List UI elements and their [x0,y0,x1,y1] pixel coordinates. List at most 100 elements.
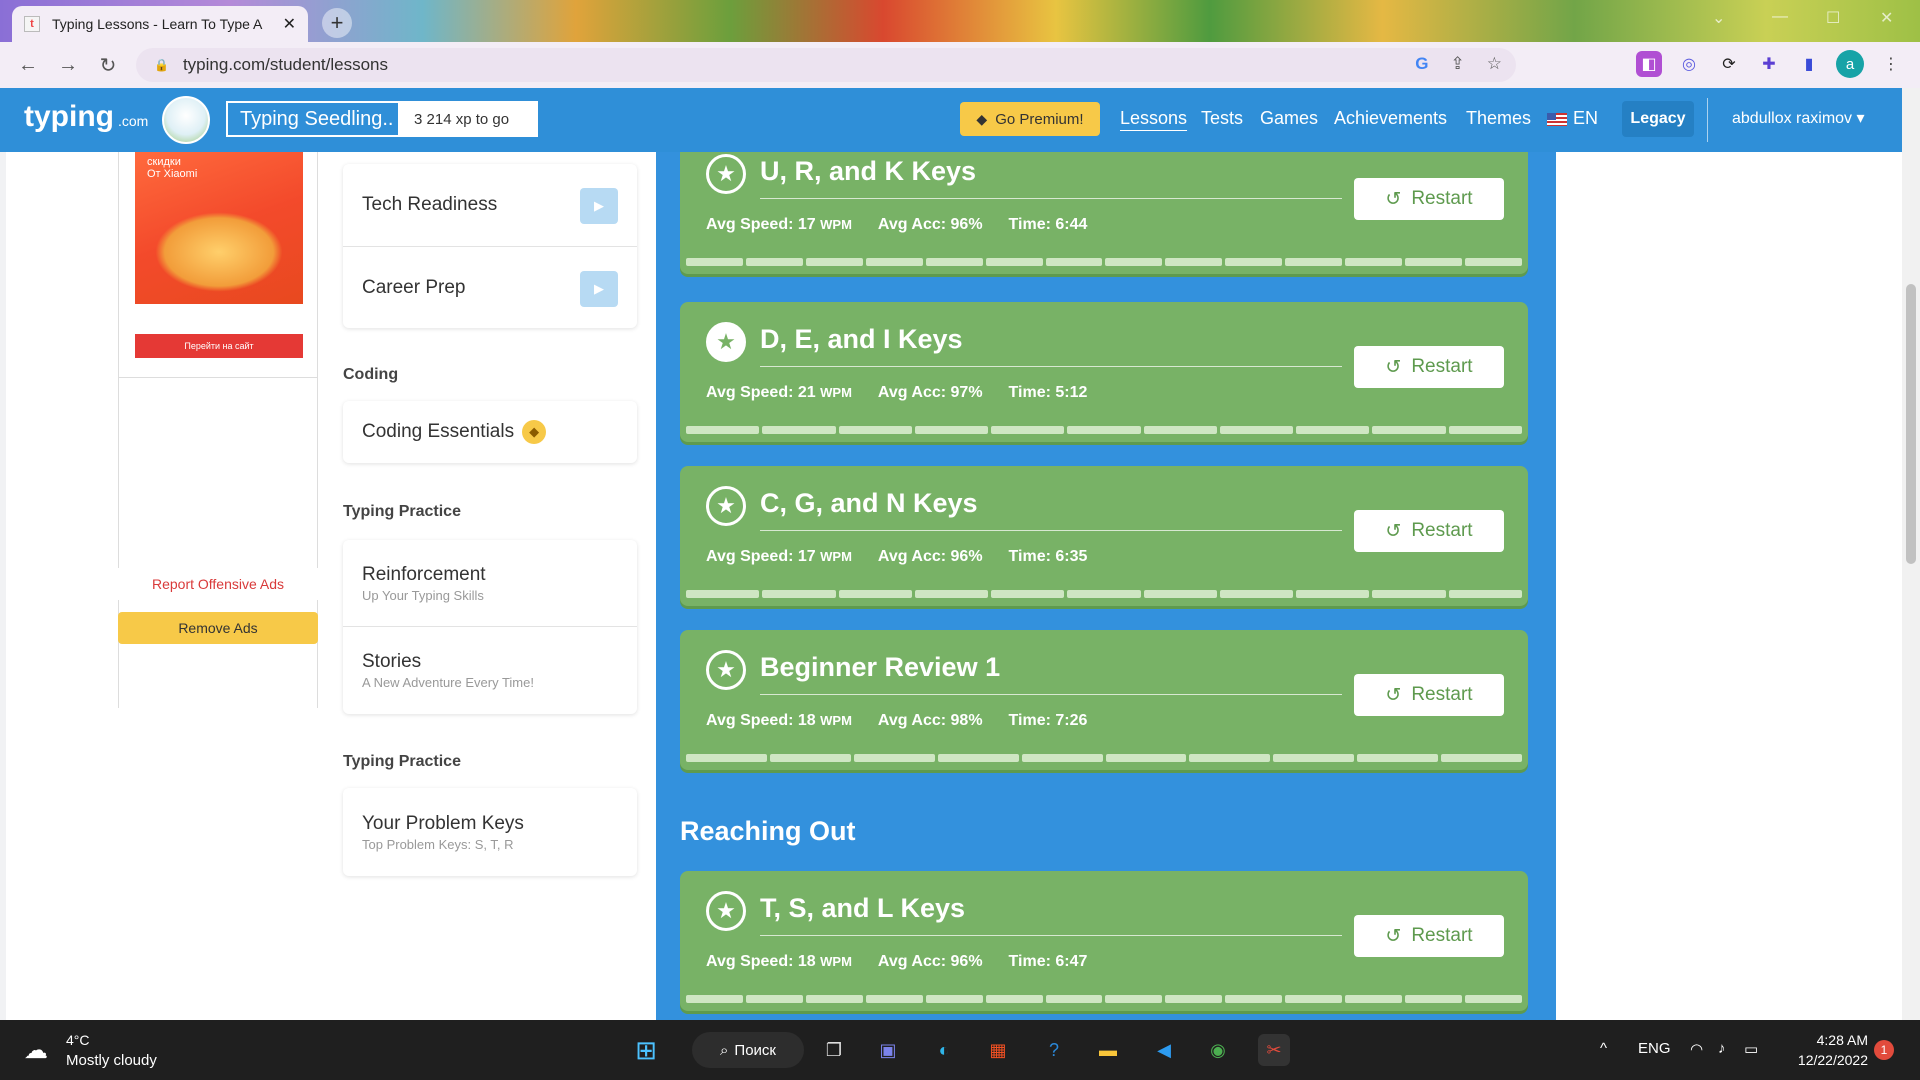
side-panel-icon[interactable]: ▮ [1796,51,1822,77]
share-icon[interactable]: ⇪ [1451,54,1465,74]
snipping-tool-icon[interactable]: ✂ [1258,1034,1290,1066]
play-icon[interactable]: ▶ [580,188,618,224]
battery-icon[interactable]: ▭ [1744,1040,1758,1058]
close-window-icon[interactable]: ✕ [1880,8,1893,28]
avg-speed: Avg Speed: 21 WPM [706,384,852,402]
tab-close-icon[interactable]: ✕ [283,14,296,34]
level-avatar[interactable] [162,96,210,144]
sidebar-card-problem-keys: Your Problem Keys Top Problem Keys: S, T… [343,788,637,876]
reload-icon[interactable]: ↻ [88,53,128,78]
sidebar-item-problem-keys[interactable]: Your Problem Keys Top Problem Keys: S, T… [343,788,637,876]
ad-banner[interactable]: скидки От Xiaomi Перейти на сайт [118,152,318,378]
puzzle-icon[interactable]: ✚ [1756,51,1782,77]
sidebar-item-stories[interactable]: Stories A New Adventure Every Time! [343,626,637,714]
progress-segment [1345,995,1403,1003]
address-bar[interactable]: 🔒 typing.com/student/lessons G ⇪ ☆ [136,48,1516,82]
chevron-down-icon[interactable]: ⌄ [1712,8,1725,28]
nav-tests[interactable]: Tests [1201,108,1243,129]
restart-button[interactable]: ↺ Restart [1354,346,1504,388]
restart-button[interactable]: ↺ Restart [1354,178,1504,220]
search-icon: ⌕ [720,1041,729,1059]
report-ads-link[interactable]: Report Offensive Ads [118,568,318,600]
store-icon[interactable]: ▦ [982,1034,1014,1066]
back-icon[interactable]: ← [8,54,48,77]
nav-lessons[interactable]: Lessons [1120,108,1187,129]
lock-icon: 🔒 [154,58,169,72]
nav-achievements[interactable]: Achievements [1334,108,1447,129]
ad-illustration [155,212,283,292]
remove-ads-button[interactable]: Remove Ads [118,612,318,644]
wpm-unit: WPM [820,954,852,969]
teams-chat-icon[interactable]: ▣ [872,1034,904,1066]
lesson-card[interactable]: ★ Beginner Review 1 Avg Speed: 18 WPM Av… [680,630,1528,770]
restart-button[interactable]: ↺ Restart [1354,674,1504,716]
scrollbar-thumb[interactable] [1906,284,1916,564]
google-icon[interactable]: G [1415,54,1428,74]
taskbar-search[interactable]: ⌕ Поиск [692,1032,804,1068]
bookmark-star-icon[interactable]: ☆ [1487,54,1502,74]
minimize-icon[interactable]: — [1772,8,1788,26]
weather-desc[interactable]: Mostly cloudy [66,1052,157,1069]
progress-segment [1165,258,1223,266]
restart-button[interactable]: ↺ Restart [1354,510,1504,552]
go-premium-button[interactable]: ◆ Go Premium! [960,102,1100,136]
input-language[interactable]: ENG [1638,1040,1671,1057]
sidebar-card-practice: Reinforcement Up Your Typing Skills Stor… [343,540,637,714]
sidebar-item-label: Career Prep [362,276,466,298]
windows-start-icon[interactable]: ⊞ [630,1034,662,1066]
nav-games[interactable]: Games [1260,108,1318,129]
system-clock[interactable]: 4:28 AM 12/22/2022 [1790,1030,1868,1070]
file-explorer-icon[interactable]: ▬ [1092,1034,1124,1066]
level-progress[interactable]: Typing Seedling.. 3 214 xp to go [226,101,538,137]
play-icon[interactable]: ▶ [580,271,618,307]
extension-sync-icon[interactable]: ⟳ [1716,51,1742,77]
help-icon[interactable]: ? [1038,1034,1070,1066]
extension-ring-icon[interactable]: ◎ [1676,51,1702,77]
sidebar-item-tech-readiness[interactable]: Tech Readiness ▶ [343,164,637,246]
notification-badge[interactable]: 1 [1874,1040,1894,1060]
volume-icon[interactable]: ♪ [1718,1040,1726,1057]
restart-label: Restart [1411,520,1473,541]
ad-cta-button[interactable]: Перейти на сайт [135,334,303,358]
sidebar-item-coding-essentials[interactable]: Coding Essentials ◆ [343,401,637,463]
sidebar-item-reinforcement[interactable]: Reinforcement Up Your Typing Skills [343,540,637,626]
progress-segment [1105,258,1163,266]
new-tab-button[interactable]: + [322,8,352,38]
wpm-unit: WPM [820,549,852,564]
tray-expand-icon[interactable]: ^ [1600,1040,1607,1057]
progress-segment [1448,590,1522,598]
sidebar-item-subtitle: Up Your Typing Skills [362,587,484,603]
progress-segment [1273,754,1355,762]
extension-icon[interactable]: ◧ [1636,51,1662,77]
chrome-icon[interactable]: ◉ [1202,1034,1234,1066]
user-menu[interactable]: abdullox raximov ▾ [1732,108,1865,128]
legacy-button[interactable]: Legacy [1622,101,1694,137]
lesson-stats: Avg Speed: 21 WPM Avg Acc: 97% Time: 5:1… [706,384,1087,402]
weather-temp[interactable]: 4°C [66,1032,90,1048]
wifi-icon[interactable]: ◠ [1690,1040,1703,1058]
page-scrollbar[interactable] [1902,88,1920,1020]
restart-button[interactable]: ↺ Restart [1354,915,1504,957]
sidebar-item-career-prep[interactable]: Career Prep ▶ [343,246,637,328]
progress-segment [1285,995,1343,1003]
lesson-card[interactable]: ★ C, G, and N Keys Avg Speed: 17 WPM Avg… [680,466,1528,606]
task-view-icon[interactable]: ❐ [818,1034,850,1066]
history-icon: ↺ [1385,356,1402,378]
lesson-card[interactable]: ★ D, E, and I Keys Avg Speed: 21 WPM Avg… [680,302,1528,442]
lesson-card[interactable]: ★ U, R, and K Keys Avg Speed: 17 WPM Avg… [680,152,1528,274]
menu-dots-icon[interactable]: ⋮ [1878,51,1904,77]
maximize-icon[interactable]: ☐ [1826,8,1840,28]
language-selector[interactable]: EN [1547,108,1598,129]
browser-tab[interactable]: t Typing Lessons - Learn To Type A ✕ [12,6,308,42]
profile-avatar[interactable]: a [1836,50,1864,78]
cloud-icon[interactable]: ☁ [24,1036,48,1065]
site-logo[interactable]: typing .com [24,100,148,134]
lesson-card[interactable]: ★ T, S, and L Keys Avg Speed: 18 WPM Avg… [680,871,1528,1011]
progress-segment [1345,258,1403,266]
edge-icon[interactable]: ◐ [928,1034,960,1066]
clock-time: 4:28 AM [1816,1032,1868,1048]
forward-icon[interactable]: → [48,54,88,77]
avg-speed: Avg Speed: 17 WPM [706,548,852,566]
nav-themes[interactable]: Themes [1466,108,1531,129]
vscode-icon[interactable]: ◀ [1148,1034,1180,1066]
